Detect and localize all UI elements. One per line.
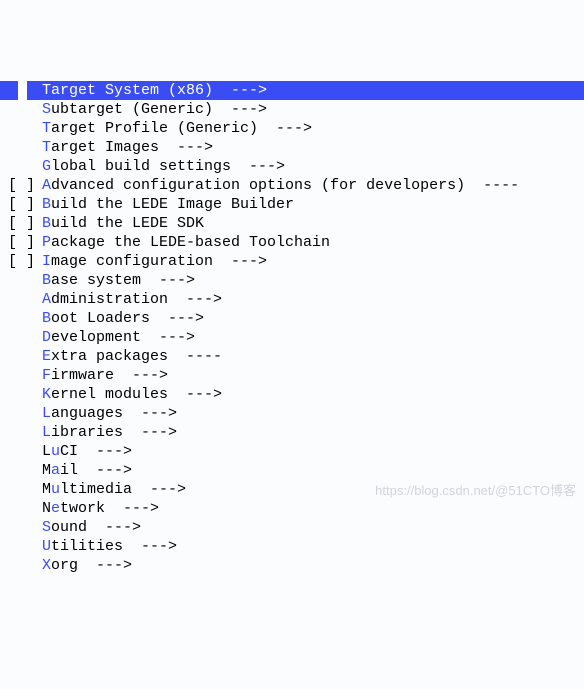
menu-item-prefix	[0, 119, 42, 138]
menu-item-label: Mail --->	[42, 461, 584, 480]
menu-item-7[interactable]: [ ]Build the LEDE SDK	[0, 214, 584, 233]
menu-item-label: Sound --->	[42, 518, 584, 537]
menu-item-label: Build the LEDE Image Builder	[42, 195, 584, 214]
menu-item-15[interactable]: Firmware --->	[0, 366, 584, 385]
menu-item-label: Administration --->	[42, 290, 584, 309]
menu-item-prefix	[0, 537, 42, 556]
menu-item-6[interactable]: [ ]Build the LEDE Image Builder	[0, 195, 584, 214]
menu-item-label: Package the LEDE-based Toolchain	[42, 233, 584, 252]
menu-item-label: Global build settings --->	[42, 157, 584, 176]
menu-item-prefix[interactable]: [ ]	[0, 195, 42, 214]
menu-item-prefix	[0, 480, 42, 499]
menu-item-18[interactable]: Libraries --->	[0, 423, 584, 442]
menu-item-9[interactable]: [ ]Image configuration --->	[0, 252, 584, 271]
menu-item-prefix	[0, 366, 42, 385]
menu-item-prefix	[0, 461, 42, 480]
menu-item-prefix[interactable]: [ ]	[0, 233, 42, 252]
menu-item-prefix	[0, 138, 42, 157]
menu-item-20[interactable]: Mail --->	[0, 461, 584, 480]
menu-item-prefix	[0, 328, 42, 347]
menu-item-label: Languages --->	[42, 404, 584, 423]
menu-item-label: Target Images --->	[42, 138, 584, 157]
selected-prefix	[0, 81, 42, 100]
menu-item-8[interactable]: [ ]Package the LEDE-based Toolchain	[0, 233, 584, 252]
menu-item-label: Network --->	[42, 499, 584, 518]
menu-item-23[interactable]: Sound --->	[0, 518, 584, 537]
menu-item-prefix	[0, 518, 42, 537]
menu-item-label: Xorg --->	[42, 556, 584, 575]
menu-item-label: Libraries --->	[42, 423, 584, 442]
menu-item-prefix	[0, 347, 42, 366]
menu-item-prefix	[0, 290, 42, 309]
menu-item-prefix	[0, 157, 42, 176]
menu-item-21[interactable]: Multimedia --->	[0, 480, 584, 499]
menu-item-label: Subtarget (Generic) --->	[42, 100, 584, 119]
menu-item-prefix	[0, 442, 42, 461]
menu-item-16[interactable]: Kernel modules --->	[0, 385, 584, 404]
menu-item-label: Boot Loaders --->	[42, 309, 584, 328]
menu-item-4[interactable]: Global build settings --->	[0, 157, 584, 176]
menu-item-prefix	[0, 423, 42, 442]
menu-item-13[interactable]: Development --->	[0, 328, 584, 347]
menu-item-prefix[interactable]: [ ]	[0, 252, 42, 271]
menu-item-label: Extra packages ----	[42, 347, 584, 366]
menuconfig-list: Target System (x86) ---> Subtarget (Gene…	[0, 81, 584, 575]
menu-item-0[interactable]: Target System (x86) --->	[0, 81, 584, 100]
menu-item-22[interactable]: Network --->	[0, 499, 584, 518]
menu-item-11[interactable]: Administration --->	[0, 290, 584, 309]
menu-item-prefix	[0, 271, 42, 290]
menu-item-prefix	[0, 309, 42, 328]
menu-item-19[interactable]: LuCI --->	[0, 442, 584, 461]
menu-item-label: Advanced configuration options (for deve…	[42, 176, 584, 195]
menu-item-label: Development --->	[42, 328, 584, 347]
menu-item-label: Kernel modules --->	[42, 385, 584, 404]
menu-item-prefix[interactable]: [ ]	[0, 214, 42, 233]
menu-item-prefix	[0, 556, 42, 575]
menu-item-label: Firmware --->	[42, 366, 584, 385]
menu-item-25[interactable]: Xorg --->	[0, 556, 584, 575]
menu-item-prefix	[0, 499, 42, 518]
menu-item-10[interactable]: Base system --->	[0, 271, 584, 290]
menu-item-prefix	[0, 100, 42, 119]
menu-item-label: Target Profile (Generic) --->	[42, 119, 584, 138]
menu-item-label: Build the LEDE SDK	[42, 214, 584, 233]
menu-item-5[interactable]: [ ]Advanced configuration options (for d…	[0, 176, 584, 195]
menu-item-label: Target System (x86) --->	[42, 81, 584, 100]
menu-item-label: Multimedia --->	[42, 480, 584, 499]
menu-item-3[interactable]: Target Images --->	[0, 138, 584, 157]
menu-item-label: LuCI --->	[42, 442, 584, 461]
menu-item-prefix	[0, 385, 42, 404]
menu-item-14[interactable]: Extra packages ----	[0, 347, 584, 366]
menu-item-1[interactable]: Subtarget (Generic) --->	[0, 100, 584, 119]
menu-item-prefix	[0, 404, 42, 423]
menu-item-label: Base system --->	[42, 271, 584, 290]
menu-item-2[interactable]: Target Profile (Generic) --->	[0, 119, 584, 138]
menu-item-24[interactable]: Utilities --->	[0, 537, 584, 556]
menu-item-label: Image configuration --->	[42, 252, 584, 271]
menu-item-prefix[interactable]: [ ]	[0, 176, 42, 195]
menu-item-17[interactable]: Languages --->	[0, 404, 584, 423]
menu-item-label: Utilities --->	[42, 537, 584, 556]
menu-item-12[interactable]: Boot Loaders --->	[0, 309, 584, 328]
